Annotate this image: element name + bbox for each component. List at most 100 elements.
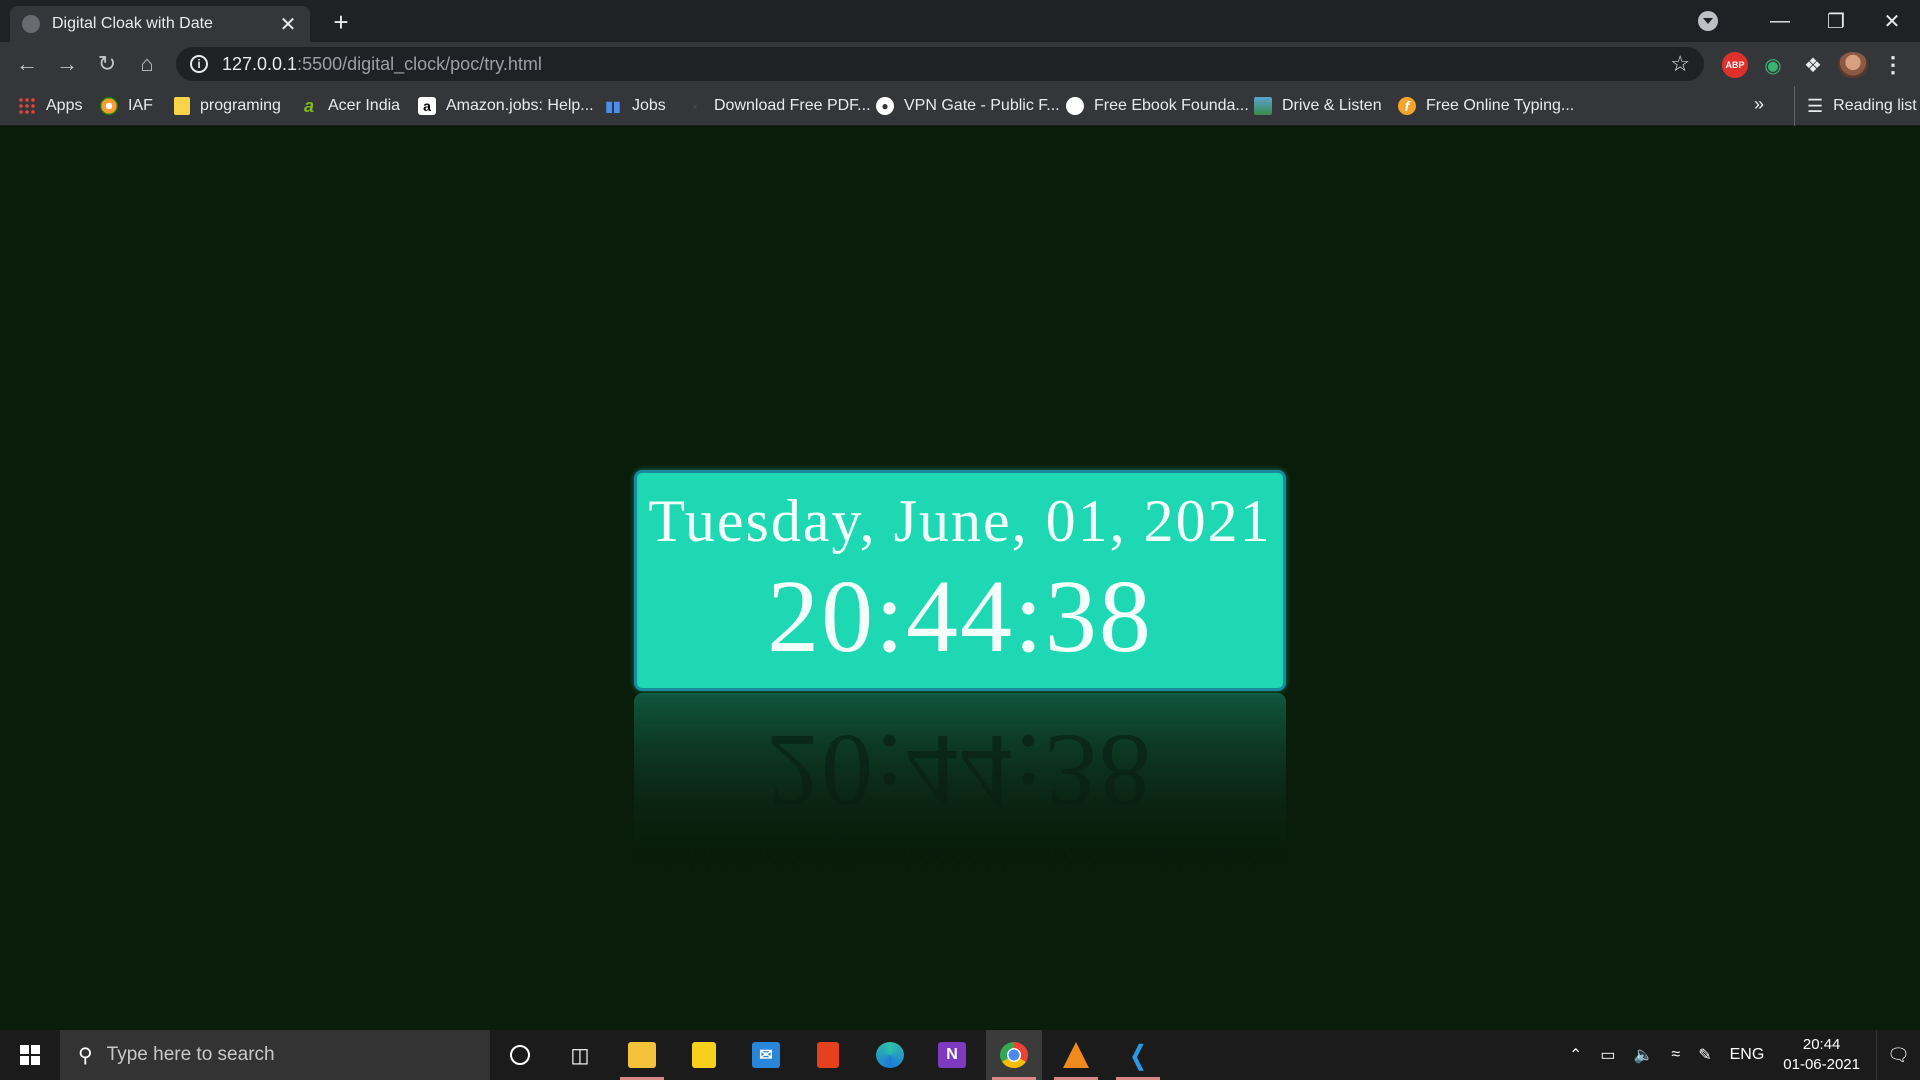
taskbar-vlc[interactable] — [1048, 1030, 1104, 1080]
window-controls: — ❐ ✕ — [1698, 0, 1920, 42]
bookmarks-bar: Apps IAF programing a Acer India a Amazo… — [0, 86, 1920, 126]
chrome-icon — [1000, 1042, 1028, 1068]
home-icon[interactable]: ⌂ — [132, 50, 162, 78]
forward-arrow-icon[interactable]: → — [52, 50, 82, 78]
bookmark-label: IAF — [128, 97, 153, 114]
taskbar-vscode[interactable]: ❬ — [1110, 1030, 1166, 1080]
back-arrow-icon[interactable]: ← — [12, 50, 42, 78]
iaf-icon — [100, 97, 118, 115]
office-icon — [817, 1042, 839, 1068]
bookmarks-more-icon[interactable]: » — [1754, 94, 1764, 115]
mail-icon: ✉ — [752, 1042, 780, 1068]
notification-icon[interactable]: 🗨 — [1876, 1030, 1920, 1080]
vpn-extension-icon[interactable]: ◉ — [1760, 52, 1786, 78]
taskbar-mail[interactable]: ✉ — [738, 1030, 794, 1080]
adblock-plus-icon[interactable]: ABP — [1722, 52, 1748, 78]
site-info-icon[interactable]: i — [190, 55, 208, 73]
tab-search-icon[interactable] — [1698, 11, 1718, 31]
amazon-icon: a — [418, 97, 436, 115]
bookmark-drive-listen[interactable]: Drive & Listen — [1254, 86, 1382, 126]
globe-favicon-icon — [22, 15, 40, 33]
edge-icon — [876, 1042, 904, 1068]
drive-listen-icon — [1254, 97, 1272, 115]
bookmark-label: Acer India — [328, 97, 401, 114]
profile-avatar[interactable] — [1838, 52, 1868, 78]
apps-grid-icon — [18, 97, 36, 115]
folder-icon — [628, 1042, 656, 1068]
bookmark-label: Amazon.jobs: Help... — [446, 97, 594, 114]
taskbar-date: 01-06-2021 — [1783, 1056, 1860, 1073]
sticky-notes-icon — [692, 1042, 716, 1068]
taskbar-sticky-notes[interactable] — [676, 1030, 732, 1080]
battery-icon[interactable]: ▭ — [1600, 1045, 1615, 1065]
clock-time: 20:44:38 — [767, 559, 1153, 674]
bookmark-free-ebook[interactable]: Free Ebook Founda... — [1066, 86, 1249, 126]
pen-icon[interactable]: ✎ — [1698, 1045, 1711, 1065]
bookmark-pdf[interactable]: ▪ Download Free PDF... — [686, 86, 871, 126]
taskbar-chrome[interactable] — [986, 1030, 1042, 1080]
reflection-date: Tuesday, June, 01, 2021 — [648, 833, 1272, 899]
bookmark-label: VPN Gate - Public F... — [904, 97, 1060, 114]
pdf-icon: ▪ — [692, 98, 698, 114]
bookmark-apps[interactable]: Apps — [18, 86, 82, 126]
reading-list-button[interactable]: ☰ Reading list — [1794, 86, 1917, 126]
address-bar[interactable]: i 127.0.0.1 :5500/digital_clock/poc/try.… — [176, 47, 1704, 81]
acer-icon: a — [303, 95, 314, 116]
windows-logo-icon — [20, 1045, 40, 1065]
taskbar-time: 20:44 — [1802, 1036, 1841, 1053]
bookmark-amazon-jobs[interactable]: a Amazon.jobs: Help... — [418, 86, 594, 126]
cortana-button[interactable] — [492, 1030, 548, 1080]
clock-panel: Tuesday, June, 01, 2021 20:44:38 — [634, 470, 1286, 691]
bookmark-vpn-gate[interactable]: ● VPN Gate - Public F... — [876, 86, 1060, 126]
reading-list-label: Reading list — [1833, 97, 1917, 114]
onenote-icon: N — [938, 1042, 966, 1068]
close-window-button[interactable]: ✕ — [1864, 9, 1920, 34]
new-tab-button[interactable]: + — [326, 8, 356, 38]
chart-icon: ▮▮ — [605, 97, 621, 114]
taskbar-file-explorer[interactable] — [614, 1030, 670, 1080]
task-view-icon: ◫ — [570, 1044, 590, 1067]
taskbar-clock[interactable]: 20:44 01-06-2021 — [1783, 1035, 1860, 1075]
browser-tab[interactable]: Digital Cloak with Date ✕ — [10, 6, 310, 42]
bookmark-label: programing — [200, 97, 281, 114]
extensions-puzzle-icon[interactable]: ❖ — [1800, 52, 1826, 78]
browser-tabstrip: Digital Cloak with Date ✕ + — ❐ ✕ — [0, 0, 1920, 42]
clock-reflection: Tuesday, June, 01, 2021 20:44:38 — [634, 693, 1286, 914]
bookmark-label: Free Online Typing... — [1426, 97, 1575, 114]
github-icon — [1066, 97, 1084, 115]
bookmark-star-icon[interactable]: ☆ — [1670, 51, 1690, 77]
reload-icon[interactable]: ↻ — [92, 50, 122, 78]
volume-icon[interactable]: 🔈 — [1633, 1045, 1653, 1065]
taskbar-office[interactable] — [800, 1030, 856, 1080]
digital-clock: Tuesday, June, 01, 2021 20:44:38 Tuesday… — [634, 470, 1286, 914]
globe-icon: ● — [876, 97, 894, 115]
bookmark-jobs[interactable]: ▮▮ Jobs — [604, 86, 666, 126]
start-button[interactable] — [0, 1030, 60, 1080]
bookmark-iaf[interactable]: IAF — [100, 86, 153, 126]
bookmark-programing[interactable]: programing — [174, 86, 281, 126]
bookmark-label: Download Free PDF... — [714, 97, 871, 114]
bookmark-label: Drive & Listen — [1282, 97, 1382, 114]
reading-list-icon: ☰ — [1807, 95, 1824, 116]
wifi-icon[interactable]: ≈ — [1671, 1046, 1680, 1064]
tab-close-icon[interactable]: ✕ — [278, 12, 298, 37]
search-icon: ⚲ — [78, 1044, 93, 1067]
minimize-button[interactable]: — — [1752, 10, 1808, 33]
url-path: :5500/digital_clock/poc/try.html — [297, 53, 542, 74]
clock-date: Tuesday, June, 01, 2021 — [648, 488, 1272, 554]
chevron-up-icon[interactable]: ⌃ — [1569, 1045, 1582, 1065]
bookmark-acer[interactable]: a Acer India — [300, 86, 400, 126]
page-viewport: Tuesday, June, 01, 2021 20:44:38 Tuesday… — [0, 127, 1920, 1030]
tab-title: Digital Cloak with Date — [52, 15, 213, 32]
folder-icon — [174, 97, 190, 115]
language-indicator[interactable]: ENG — [1730, 1046, 1765, 1064]
taskbar-search[interactable]: ⚲ Type here to search — [60, 1030, 490, 1080]
windows-taskbar: ⚲ Type here to search ◫ ✉ N ❬ ⌃ ▭ 🔈 ≈ ✎ … — [0, 1030, 1920, 1080]
taskbar-onenote[interactable]: N — [924, 1030, 980, 1080]
browser-menu-icon[interactable]: ⋮ — [1880, 52, 1906, 78]
bookmark-typing[interactable]: f Free Online Typing... — [1398, 86, 1574, 126]
restore-button[interactable]: ❐ — [1808, 9, 1864, 34]
taskbar-edge[interactable] — [862, 1030, 918, 1080]
bookmark-label: Free Ebook Founda... — [1094, 97, 1249, 114]
task-view-button[interactable]: ◫ — [552, 1030, 608, 1080]
